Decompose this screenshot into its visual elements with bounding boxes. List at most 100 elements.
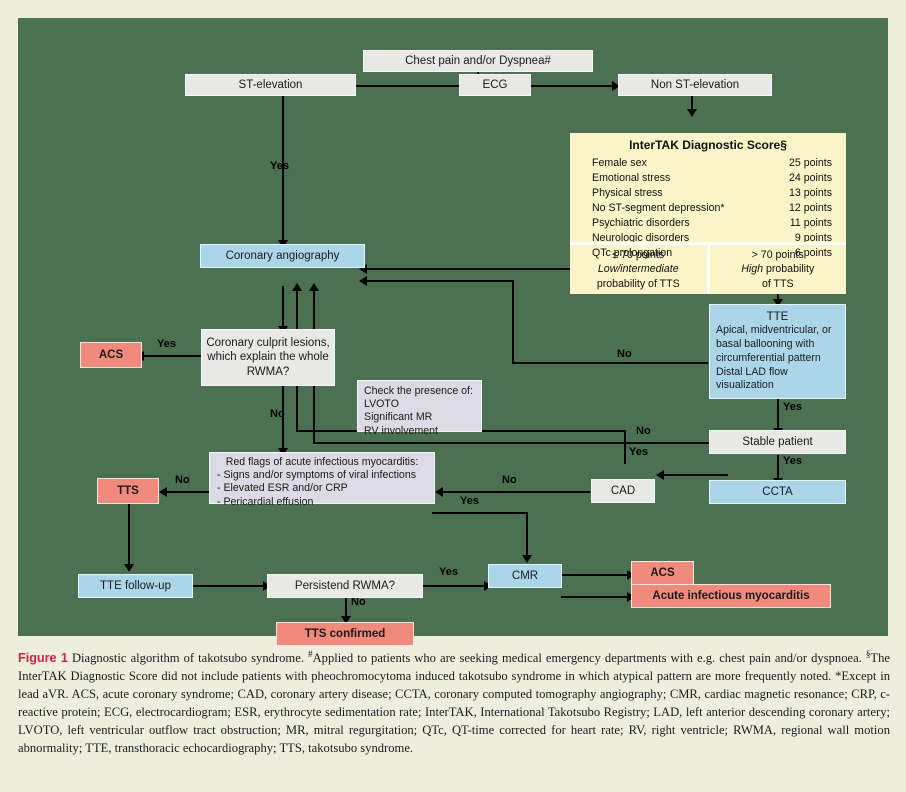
high-threshold: > 70 points (751, 249, 804, 262)
arrowhead-tts-ttefollowup (124, 564, 134, 572)
edge-rwma-cmr (422, 585, 488, 587)
high-level: High (741, 263, 764, 276)
criterion-name: Physical stress (592, 187, 663, 200)
node-st-elevation[interactable]: ST-elevation (185, 74, 356, 96)
tte-title: TTE (766, 310, 789, 323)
arrowhead-cad-no-redflags (435, 487, 443, 497)
intertak-row: Psychiatric disorders 11 points (592, 216, 832, 231)
node-tts[interactable]: TTS (97, 478, 159, 504)
high-tail2: of TTS (761, 277, 794, 290)
edge-ccta-cad (663, 474, 728, 476)
intertak-title: InterTAK Diagnostic Score§ (629, 138, 787, 152)
check-presence-item: RV involvement (364, 424, 438, 437)
node-check-presence[interactable]: Check the presence of: LVOTO Significant… (357, 380, 482, 437)
edge-label-no-tte-angio: No (617, 348, 632, 360)
edge-label-yes-stable-ccta: Yes (783, 455, 802, 467)
node-stable-patient[interactable]: Stable patient (709, 430, 846, 454)
red-flags-item: - Signs and/or symptoms of viral infecti… (217, 469, 417, 482)
edge-cmr-acs (561, 574, 631, 576)
intertak-row: Physical stress 13 points (592, 186, 832, 201)
arrowhead-cad-yes-angio (292, 283, 302, 291)
intertak-high-probability[interactable]: > 70 points High probability of TTS (710, 245, 847, 294)
node-ecg[interactable]: ECG (459, 74, 531, 96)
check-presence-item: Significant MR (364, 411, 433, 424)
edge-angio-culprit (282, 286, 284, 329)
low-tail: probability of TTS (596, 277, 680, 290)
check-presence-title: Check the presence of: (364, 385, 473, 397)
edge-label-yes-stelev: Yes (270, 160, 289, 172)
arrowhead-redflags-tts (159, 487, 167, 497)
high-tail: probability (765, 263, 815, 276)
criterion-name: Female sex (592, 157, 647, 169)
intertak-row: No ST-segment depression* 12 points (592, 201, 832, 216)
edge-cad-yes-v (624, 430, 626, 464)
edge-label-yes-rwma: Yes (439, 566, 458, 578)
edge-stable-no-h (313, 442, 709, 444)
node-chest-pain[interactable]: Chest pain and/or Dyspnea# (363, 50, 593, 72)
edge-tte-no-h (512, 362, 708, 364)
intertak-probability-split: ≤ 70 points Low/intermediate probability… (570, 242, 846, 294)
edge-tte-no-h2 (366, 280, 514, 282)
node-cmr[interactable]: CMR (488, 564, 562, 588)
caption-note-hash: Applied to patients who are seeking medi… (312, 651, 862, 666)
edge-culprit-acs (143, 355, 203, 357)
intertak-row: Female sex 25 points (592, 156, 832, 171)
arrowhead-nonstelev-intertak (687, 109, 697, 117)
edge-low-angio (366, 268, 572, 270)
intertak-row: Emotional stress 24 points (592, 171, 832, 186)
node-coronary-culprit-lesions[interactable]: Coronary culprit lesions, which explain … (201, 329, 335, 386)
arrowhead-tte-no-angio (359, 276, 367, 286)
edge-cmr-myocarditis (561, 596, 631, 598)
criterion-points: 25 points (789, 157, 832, 169)
criterion-name: No ST-segment depression* (592, 202, 725, 215)
node-acute-myocarditis[interactable]: Acute infectious myocarditis (631, 584, 831, 608)
check-presence-item: LVOTO (364, 398, 399, 411)
node-coronary-angiography[interactable]: Coronary angiography (200, 244, 365, 268)
edge-ttefollowup-rwma (193, 585, 267, 587)
criterion-points: 13 points (789, 187, 832, 200)
node-tte-followup[interactable]: TTE follow-up (78, 574, 193, 598)
edge-tte-no-v (512, 280, 514, 364)
edge-label-yes-redflags-cmr: Yes (460, 495, 479, 507)
node-tte[interactable]: TTE Apical, midventricular, or basal bal… (709, 304, 846, 399)
criterion-name: Psychiatric disorders (592, 217, 690, 230)
edge-cad-no-redflags (442, 491, 590, 493)
criterion-points: 24 points (789, 172, 832, 185)
node-non-st-elevation[interactable]: Non ST-elevation (618, 74, 772, 96)
edge-label-no-redflags: No (175, 474, 190, 486)
edge-label-yes-culprit-acs: Yes (157, 338, 176, 350)
edge-tte-stable (777, 399, 779, 431)
intertak-low-probability[interactable]: ≤ 70 points Low/intermediate probability… (570, 245, 710, 294)
red-flags-item: - Pericardial effusion (217, 495, 314, 508)
node-acs-top[interactable]: ACS (80, 342, 142, 368)
criterion-points: 12 points (789, 202, 832, 215)
edge-label-no-stable: No (636, 425, 651, 437)
arrowhead-stable-no-angio (309, 283, 319, 291)
diagram-panel: Yes Yes No No Yes No Yes Yes No No Yes Y… (18, 18, 888, 646)
node-persistend-rwma[interactable]: Persistend RWMA? (267, 574, 423, 598)
low-level: Low/intermediate (597, 263, 679, 276)
edge-label-no-cad: No (502, 474, 517, 486)
figure-label: Figure 1 (18, 651, 68, 666)
node-acs-bottom[interactable]: ACS (631, 561, 694, 585)
edge-label-yes-tte-stable: Yes (783, 401, 802, 413)
arrowhead-redflags-yes-cmr (522, 555, 532, 563)
node-tts-confirmed[interactable]: TTS confirmed (276, 622, 414, 646)
node-red-flags[interactable]: Red flags of acute infectious myocarditi… (209, 452, 435, 508)
tte-body: Apical, midventricular, or basal balloon… (716, 324, 832, 392)
red-flags-item: - Elevated ESR and/or CRP (217, 482, 348, 495)
node-cad[interactable]: CAD (591, 479, 655, 503)
edge-tts-ttefollowup (128, 504, 130, 567)
edge-label-no-culprit: No (270, 408, 285, 420)
node-ccta[interactable]: CCTA (709, 480, 846, 504)
edge-ecg-stelev (354, 85, 459, 87)
caption-abbreviations: ACS, acute coronary syndrome; CAD, coron… (18, 686, 891, 755)
node-intertak-score[interactable]: InterTAK Diagnostic Score§ Female sex 25 … (570, 133, 846, 294)
criterion-name: Emotional stress (592, 172, 671, 185)
high-level-line: High probability (741, 262, 814, 276)
low-threshold: ≤ 70 points (612, 249, 665, 262)
edge-label-yes-cad: Yes (629, 446, 648, 458)
figure-caption: Figure 1 Diagnostic algorithm of takotsu… (18, 648, 890, 757)
edge-redflags-yes-h (432, 512, 528, 514)
figure-page: Yes Yes No No Yes No Yes Yes No No Yes Y… (0, 0, 906, 792)
